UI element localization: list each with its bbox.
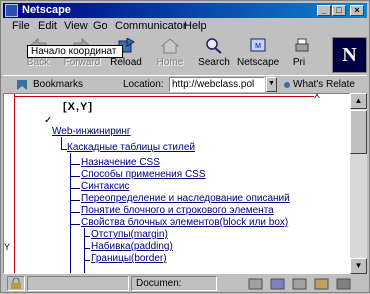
progress-segment [27, 276, 129, 291]
browser-window: Netscape _ □ × File Edit View Go Communi… [0, 0, 370, 293]
tree-connector [61, 137, 62, 149]
whats-related-button[interactable]: What's Relate [293, 79, 355, 90]
menu-view[interactable]: View [64, 20, 88, 32]
back-label: Back [26, 57, 50, 68]
status-text-segment: Documen: [131, 276, 217, 291]
bookmarks-button[interactable]: Bookmarks [33, 79, 83, 90]
scrollbar-thumb[interactable] [350, 110, 367, 154]
tree-connector [84, 260, 90, 261]
menu-file[interactable]: File [12, 20, 30, 32]
tree-connector [70, 188, 80, 189]
tree-link-css[interactable]: Каскадные таблицы стилей [67, 142, 195, 153]
netscape-label: Netscape [237, 57, 280, 68]
tree-connector [70, 176, 80, 177]
lock-icon [11, 278, 21, 289]
tree-link-item[interactable]: Переопределение и наследование описаний [81, 193, 290, 204]
security-lock-segment [7, 276, 25, 291]
search-button[interactable]: Search [193, 36, 235, 74]
status-text: Documen: [136, 278, 182, 289]
tree-connector [84, 236, 90, 237]
component-bar [219, 276, 365, 291]
tree-link-item[interactable]: Синтаксис [81, 181, 129, 192]
menu-help[interactable]: Help [184, 20, 207, 32]
component-bar-icons [248, 278, 351, 290]
tree-link-item[interactable]: Понятие блочного и строкового элемента [81, 205, 274, 216]
menu-communicator[interactable]: Communicator [115, 20, 187, 32]
netscape-icon: M [250, 38, 266, 52]
tree-connector [70, 224, 80, 225]
menu-go[interactable]: Go [93, 20, 108, 32]
home-icon [161, 38, 179, 54]
maximize-button[interactable]: □ [332, 5, 346, 16]
tree-link-root[interactable]: Web-инжиниринг [52, 126, 131, 137]
forward-label: Forward [63, 57, 101, 68]
page-content: X [X,Y] Y ✓ Web-инжиниринг Каскадные таб… [3, 93, 350, 274]
netscape-app-icon [5, 4, 18, 17]
whats-related-icon [284, 82, 290, 88]
tree-link-subitem[interactable]: Отступы(margin) [91, 229, 168, 240]
tree-connector [84, 228, 85, 273]
x-axis-label: X [314, 93, 321, 100]
menu-bar: File Edit View Go Communicator Help [3, 19, 315, 35]
scroll-down-button[interactable]: ▼ [350, 258, 367, 274]
home-button[interactable]: Home [149, 36, 191, 74]
print-icon [295, 38, 309, 52]
url-dropdown-button[interactable]: ▼ [266, 77, 277, 92]
tree-connector [84, 248, 90, 249]
tree-connector [70, 212, 80, 213]
home-label: Home [156, 57, 184, 68]
vertical-scrollbar[interactable]: ▲ ▼ [350, 93, 367, 274]
tree-link-item[interactable]: Способы применения CSS [81, 169, 206, 180]
reload-label: Reload [110, 57, 142, 68]
tree-link-subitem[interactable]: Границы(border) [91, 253, 167, 264]
print-button[interactable]: Pri [281, 36, 317, 74]
tree-connector [70, 164, 80, 165]
search-icon [206, 38, 222, 54]
bookmark-icon [17, 80, 27, 90]
tree-link-item[interactable]: Назначение CSS [81, 157, 160, 168]
status-bar: Documen: [3, 275, 367, 292]
x-axis-line [14, 96, 314, 97]
coordinate-label: [X,Y] [63, 101, 94, 113]
location-bar: Bookmarks Location: http://webclass.pol … [3, 75, 367, 94]
tooltip: Начало координат [27, 45, 123, 58]
title-bar: Netscape _ □ × [3, 3, 367, 18]
tree-link-subitem[interactable]: Набивка(padding) [91, 241, 173, 252]
tree-link-item[interactable]: Свойства блочных элементов(block или box… [81, 217, 288, 228]
window-title: Netscape [22, 4, 71, 16]
scroll-up-button[interactable]: ▲ [350, 93, 367, 109]
tree-connector [70, 153, 71, 273]
y-axis-label: Y [4, 242, 11, 252]
menu-edit[interactable]: Edit [38, 20, 57, 32]
search-label: Search [198, 57, 230, 68]
netscape-throbber-logo: N [332, 37, 367, 73]
close-button[interactable]: × [350, 5, 364, 16]
y-axis-line [14, 94, 15, 273]
checkmark-icon: ✓ [44, 115, 53, 126]
minimize-button[interactable]: _ [317, 5, 331, 16]
location-label: Location: [123, 79, 164, 90]
tree-connector [70, 200, 80, 201]
netscape-button[interactable]: M Netscape [237, 36, 279, 74]
print-label: Pri [292, 57, 306, 68]
url-input[interactable]: http://webclass.pol [169, 77, 265, 92]
svg-text:M: M [255, 43, 261, 50]
